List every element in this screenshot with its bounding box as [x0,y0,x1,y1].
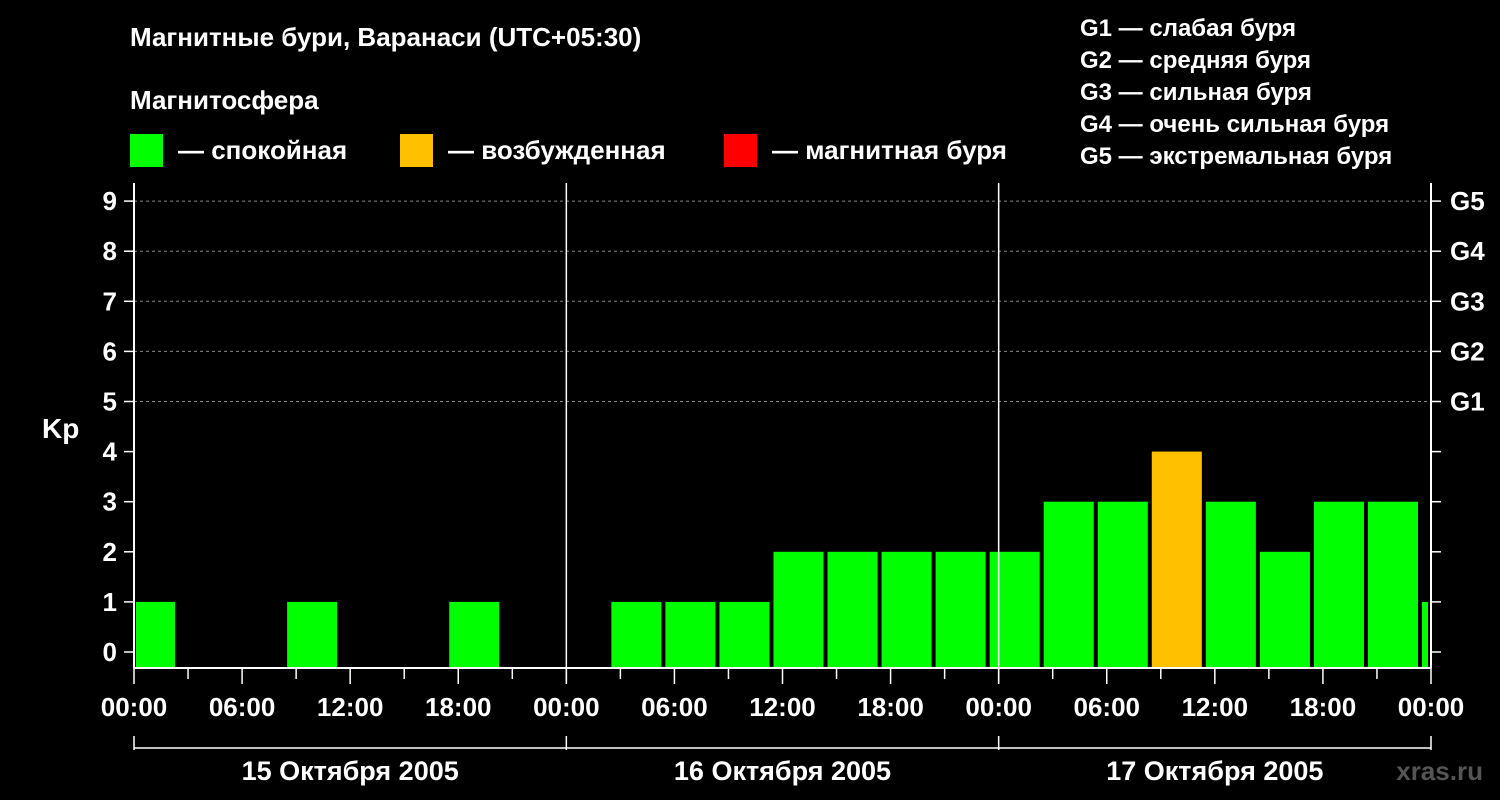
kp-chart: 0 1 2 3 4 5 6 7 8 9 G1 G2 G3 G4 G5 Kp 00:00 06:00 12:00 18:… [42,183,1485,786]
label-layer: 0 1 2 3 4 5 6 7 8 9 G1 G2 G3 G4 G5 Kp 00:00 06:00 12:00 18:… [42,186,1485,786]
kp-bar-0 [136,601,176,668]
x-tick-label-6: 12:00 [749,692,816,722]
y-tick-label-8: 8 [103,236,117,266]
kp-bar-3 [611,601,662,668]
kp-bar-13 [1151,451,1202,668]
kp-bar-9 [935,551,986,668]
g-level-label-g3: G3 [1450,286,1485,316]
y-tick-label-1: 1 [103,587,117,617]
kp-bar-18 [1421,601,1428,668]
x-tick-label-9: 06:00 [1074,692,1141,722]
kp-bar-10 [989,551,1040,668]
g-level-label-g5: G5 [1450,186,1485,216]
y-tick-label-6: 6 [103,336,117,366]
kp-bar-17 [1367,501,1418,668]
bars-layer [136,451,1428,668]
kp-bar-2 [449,601,500,668]
g-level-label-g4: G4 [1450,236,1485,266]
y-axis-label: Kp [42,413,79,444]
day-label-2: 17 Октября 2005 [1106,756,1323,786]
kp-bar-15 [1259,551,1310,668]
kp-bar-5 [719,601,770,668]
kp-bar-4 [665,601,716,668]
kp-bar-11 [1043,501,1094,668]
y-tick-label-3: 3 [103,487,117,517]
x-tick-label-12: 00:00 [1398,692,1465,722]
x-tick-label-8: 00:00 [965,692,1032,722]
x-tick-label-2: 12:00 [317,692,384,722]
day-label-0: 15 Октября 2005 [242,756,459,786]
y-tick-label-4: 4 [103,437,118,467]
x-tick-label-3: 18:00 [425,692,492,722]
g-level-label-g2: G2 [1450,336,1485,366]
g-level-label-g1: G1 [1450,387,1485,417]
x-tick-label-10: 12:00 [1182,692,1249,722]
x-tick-label-4: 00:00 [533,692,600,722]
y-tick-label-5: 5 [103,387,117,417]
kp-bar-8 [881,551,932,668]
x-tick-label-0: 00:00 [101,692,168,722]
watermark-text: xras.ru [1396,756,1483,786]
y-tick-label-7: 7 [103,286,117,316]
x-tick-label-1: 06:00 [209,692,276,722]
x-tick-label-5: 06:00 [641,692,708,722]
kp-bar-12 [1097,501,1148,668]
kp-bar-7 [827,551,878,668]
y-tick-label-2: 2 [103,537,117,567]
x-tick-label-7: 18:00 [857,692,924,722]
x-tick-label-11: 18:00 [1290,692,1357,722]
kp-bar-16 [1313,501,1364,668]
day-label-1: 16 Октября 2005 [674,756,891,786]
kp-bar-6 [773,551,824,668]
kp-bar-1 [287,601,338,668]
grid-layer [134,200,1431,402]
kp-bar-14 [1205,501,1256,668]
y-tick-label-0: 0 [103,637,117,667]
y-tick-label-9: 9 [103,186,117,216]
